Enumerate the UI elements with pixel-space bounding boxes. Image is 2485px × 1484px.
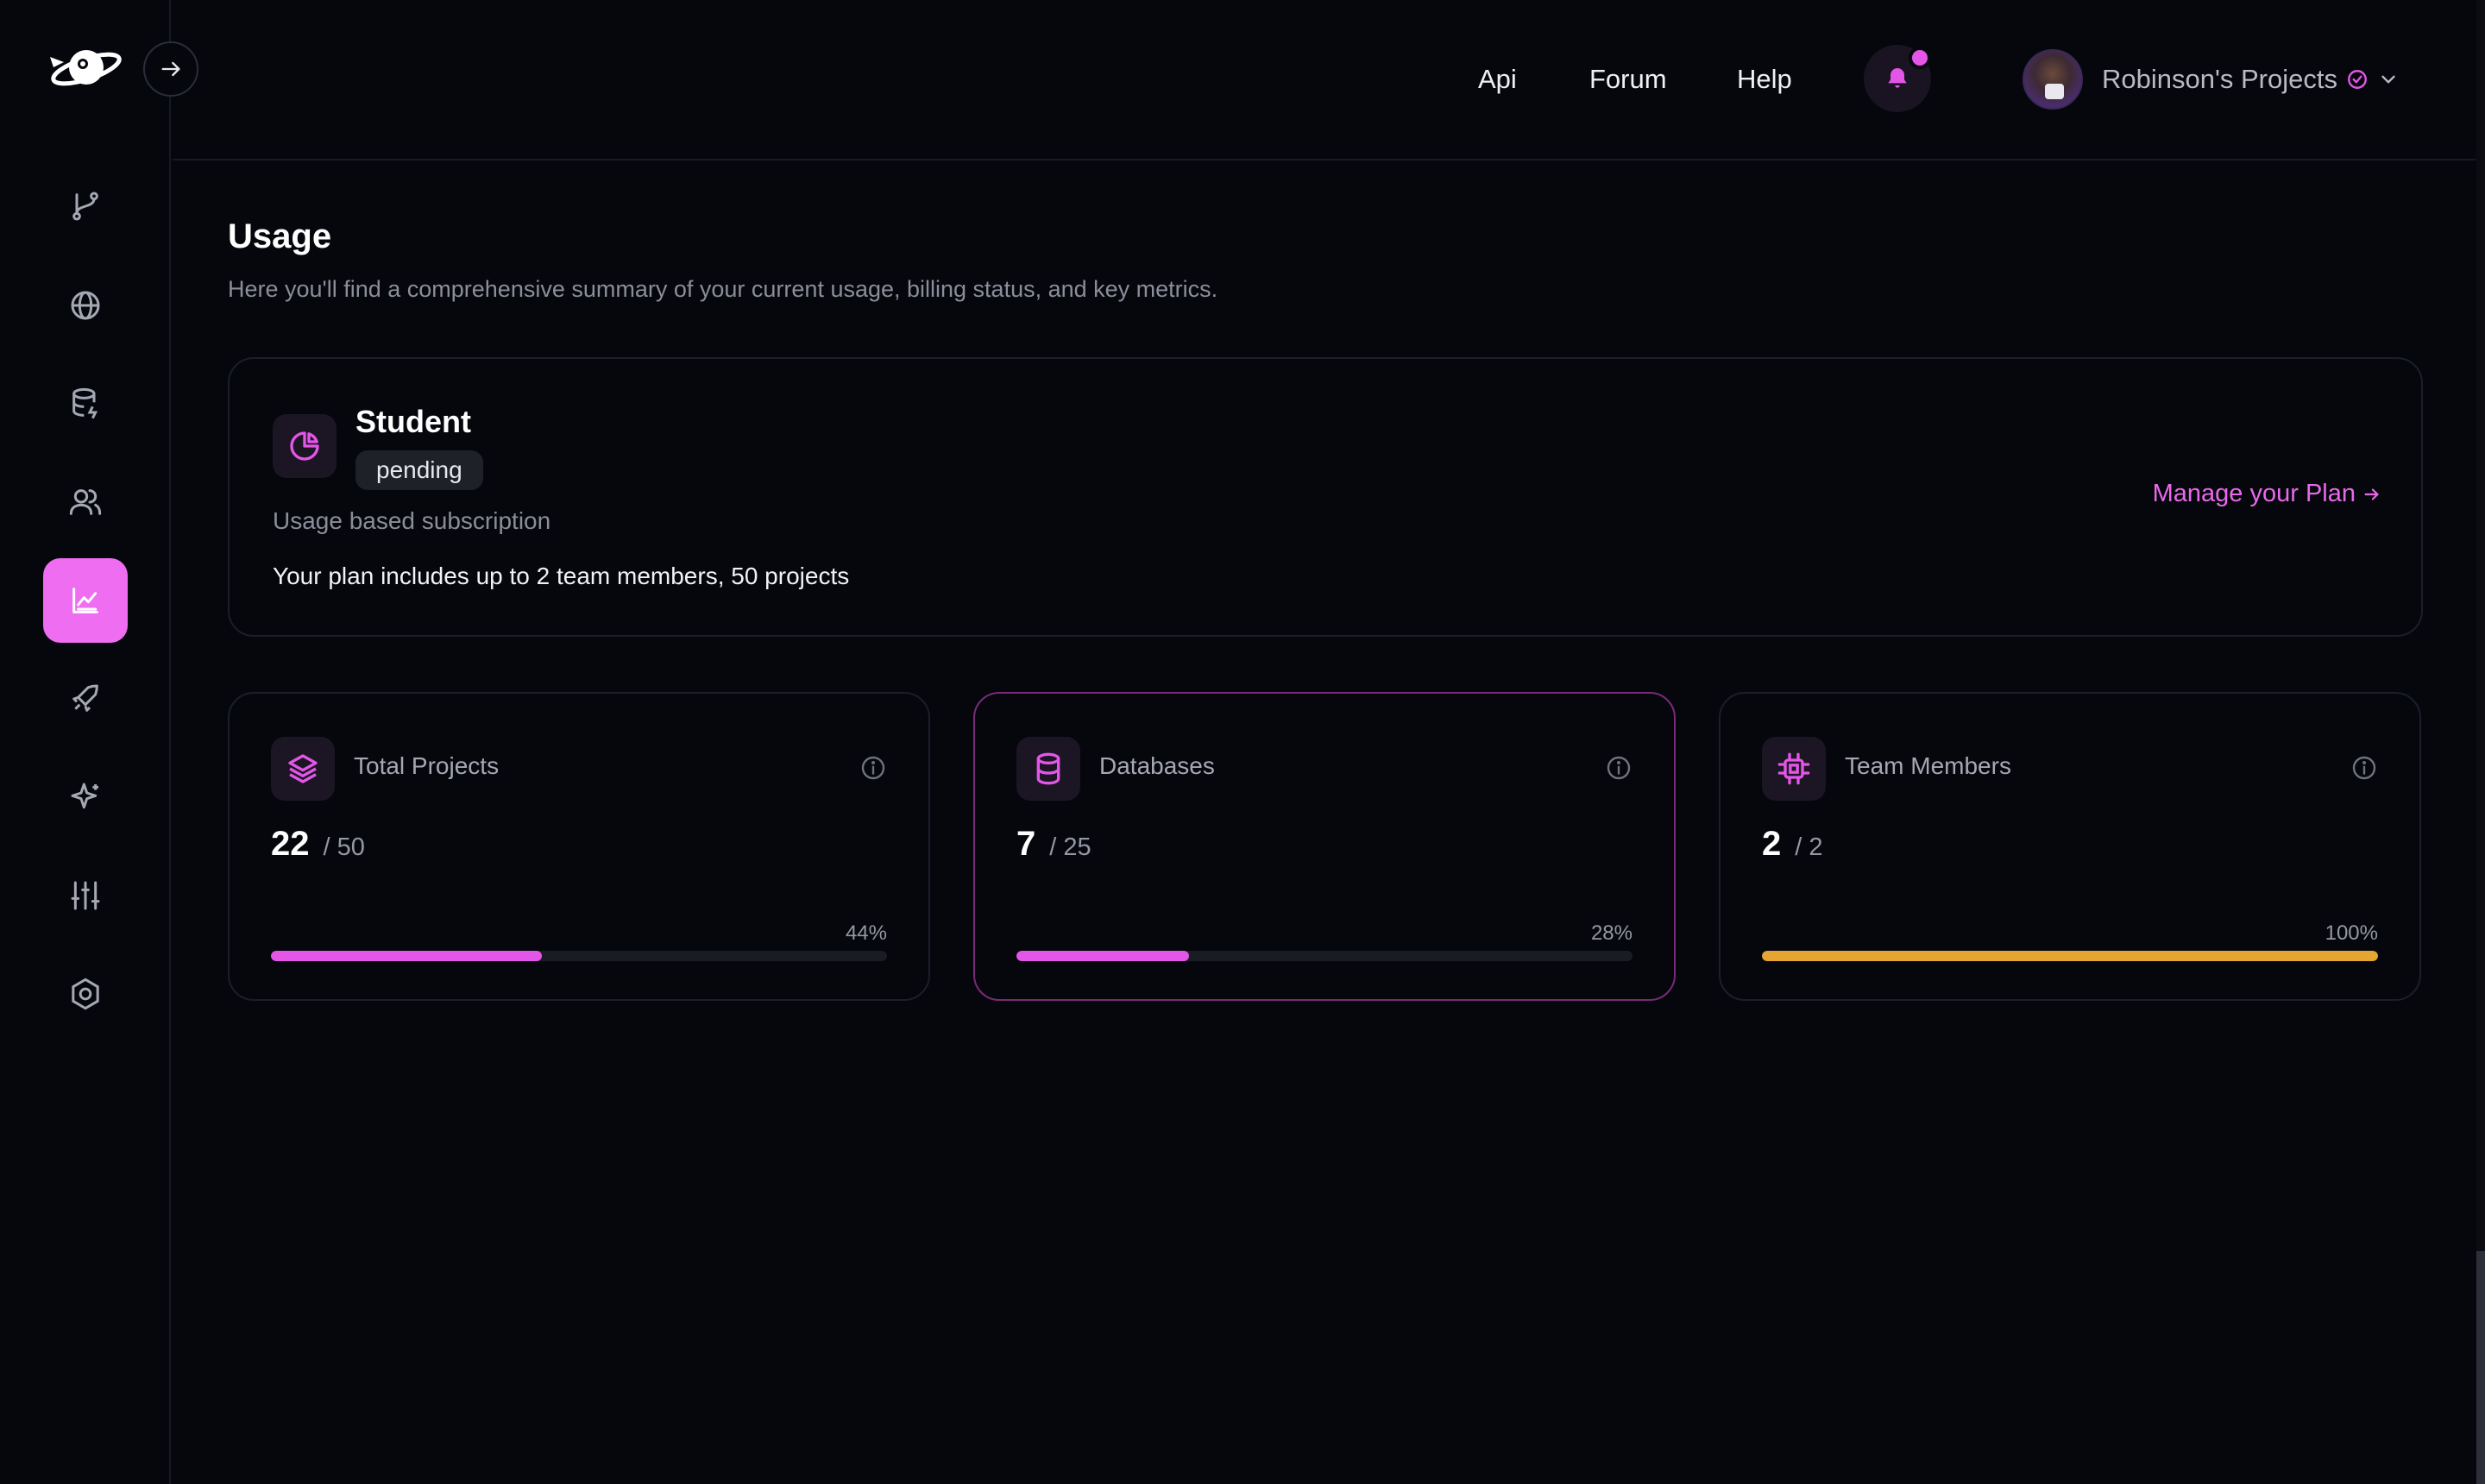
app-root: Api Forum Help Robinson's Projects Usage… xyxy=(0,0,2485,1484)
scrollbar-thumb[interactable] xyxy=(2476,1251,2485,1484)
plan-includes: Your plan includes up to 2 team members,… xyxy=(273,563,850,589)
metric-title: Databases xyxy=(1099,752,1215,779)
metric-progress-bar xyxy=(1762,951,2378,961)
project-name: Robinson's Projects xyxy=(2102,64,2337,94)
metric-icon-wrapper xyxy=(1762,737,1826,801)
metric-card-team-members[interactable]: Team Members 2 / 2 100% xyxy=(1719,692,2421,1001)
page-description: Here you'll find a comprehensive summary… xyxy=(228,276,1218,302)
settings-icon xyxy=(72,978,99,1010)
chevron-down-icon xyxy=(2381,75,2395,84)
metric-percent: 100% xyxy=(2325,921,2378,945)
metric-progress-fill xyxy=(1016,951,1189,961)
metric-icon-wrapper xyxy=(271,737,335,801)
metric-progress-fill xyxy=(1762,951,2378,961)
metric-title: Team Members xyxy=(1845,752,2011,779)
metric-limit: / 25 xyxy=(1049,833,1092,861)
sidebar-item-settings[interactable] xyxy=(43,952,128,1036)
rocket-icon xyxy=(72,684,98,712)
sidebar-item-branches[interactable] xyxy=(43,164,128,248)
sidebar-item-usage[interactable] xyxy=(43,558,128,643)
nav-link-help[interactable]: Help xyxy=(1737,62,1792,97)
sparkle-icon xyxy=(71,783,98,809)
metric-card-databases[interactable]: Databases 7 / 25 28% xyxy=(973,692,1676,1001)
manage-plan-link[interactable]: Manage your Plan xyxy=(2153,480,2381,508)
metric-value: 22 / 50 xyxy=(271,825,365,864)
verified-badge-icon xyxy=(2348,70,2367,89)
nav-link-forum[interactable]: Forum xyxy=(1589,62,1667,97)
metric-value: 7 / 25 xyxy=(1016,825,1092,864)
database-icon xyxy=(1036,752,1060,785)
metric-progress-fill xyxy=(271,951,543,961)
sliders-icon xyxy=(71,881,100,910)
sidebar-item-configuration[interactable] xyxy=(43,853,128,938)
nav-link-api[interactable]: Api xyxy=(1478,62,1517,97)
plan-name: Student xyxy=(355,404,471,439)
metric-used: 2 xyxy=(1762,825,1782,863)
database-icon xyxy=(72,387,98,419)
expand-sidebar-button[interactable] xyxy=(143,41,198,97)
metric-percent: 28% xyxy=(1590,921,1633,945)
info-icon[interactable] xyxy=(859,754,887,782)
sidebar-item-domains[interactable] xyxy=(43,263,128,348)
metric-icon-wrapper xyxy=(1016,737,1080,801)
metric-progress-bar xyxy=(271,951,887,961)
metric-percent: 44% xyxy=(845,921,887,945)
git-branch-icon xyxy=(72,192,98,221)
bell-icon xyxy=(1888,68,1907,88)
cpu-icon xyxy=(1777,752,1810,785)
metric-used: 7 xyxy=(1016,825,1036,863)
project-switcher[interactable]: Robinson's Projects xyxy=(2023,48,2400,110)
metric-card-total-projects[interactable]: Total Projects 22 / 50 44% xyxy=(228,692,930,1001)
avatar xyxy=(2023,49,2083,110)
sidebar-item-ai[interactable] xyxy=(43,755,128,839)
metric-limit: / 50 xyxy=(323,833,365,861)
globe-icon xyxy=(71,291,100,320)
metric-used: 22 xyxy=(271,825,310,863)
manage-plan-label: Manage your Plan xyxy=(2152,480,2356,507)
arrow-right-icon xyxy=(2364,487,2379,500)
plan-card: Student pending Usage based subscription… xyxy=(228,357,2423,637)
metric-limit: / 2 xyxy=(1795,833,1823,861)
arrow-right-icon xyxy=(161,61,180,77)
sidebar xyxy=(0,0,171,1484)
sidebar-item-deployments[interactable] xyxy=(43,657,128,741)
planet-logo-icon[interactable] xyxy=(45,36,124,97)
chart-icon xyxy=(72,588,98,613)
info-icon[interactable] xyxy=(1605,754,1633,782)
plan-status-badge: pending xyxy=(355,450,483,490)
metric-progress-bar xyxy=(1016,951,1633,961)
info-icon[interactable] xyxy=(2350,754,2378,782)
sidebar-item-databases[interactable] xyxy=(43,362,128,446)
notification-dot xyxy=(1909,47,1931,69)
users-icon xyxy=(69,489,102,515)
plan-icon-wrapper xyxy=(273,414,337,478)
sidebar-item-team[interactable] xyxy=(43,460,128,544)
metric-title: Total Projects xyxy=(354,752,500,779)
plan-type: Usage based subscription xyxy=(273,507,551,534)
pie-chart-icon xyxy=(290,431,319,461)
metric-value: 2 / 2 xyxy=(1762,825,1823,864)
page-title: Usage xyxy=(228,217,332,255)
layers-icon xyxy=(288,754,318,783)
